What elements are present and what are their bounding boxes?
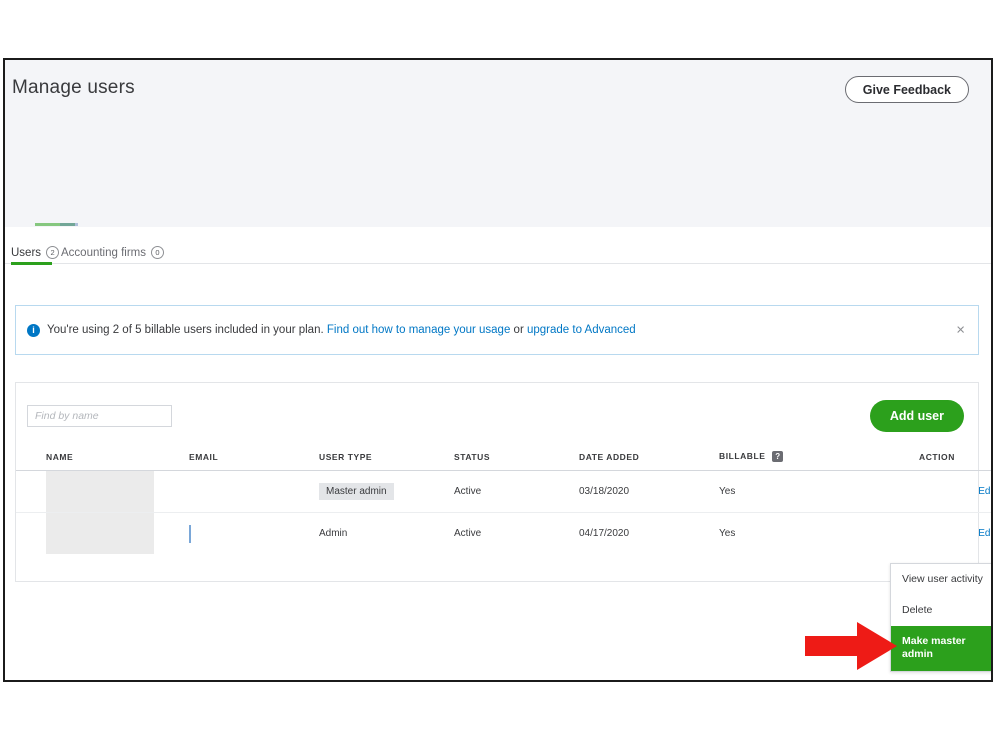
- cell-status: Active: [454, 470, 579, 514]
- billable-users-banner: i You're using 2 of 5 billable users inc…: [15, 305, 979, 355]
- tab-accounting-firms[interactable]: Accounting firms 0: [61, 246, 165, 264]
- tab-bar: Users 2 Accounting firms 0: [5, 246, 991, 268]
- billable-help-icon[interactable]: ?: [772, 451, 784, 463]
- red-arrow-annotation: [805, 622, 897, 670]
- cell-email: [189, 513, 319, 555]
- users-table-card: Add user NAME EMAIL USER TYPE STATUS DAT…: [15, 382, 991, 582]
- cell-action: Edit❯: [919, 513, 991, 555]
- cell-email: [189, 470, 319, 514]
- cell-action: Edit❯: [919, 470, 991, 514]
- cell-user-type: Admin: [319, 528, 348, 540]
- add-user-button[interactable]: Add user: [869, 400, 964, 432]
- column-header-user-type[interactable]: USER TYPE: [319, 451, 454, 472]
- redacted-name: [46, 471, 154, 513]
- page-title: Manage users: [12, 77, 135, 98]
- column-header-billable-label: BILLABLE: [719, 451, 766, 461]
- cell-status: Active: [454, 528, 482, 540]
- banner-content: i You're using 2 of 5 billable users inc…: [27, 306, 636, 354]
- redacted-email: [189, 482, 309, 501]
- banner-text: You're using 2 of 5 billable users inclu…: [47, 324, 636, 336]
- table-toolbar: Add user: [16, 383, 978, 451]
- cell-user-type: Master admin: [319, 470, 454, 514]
- redacted-email: [189, 524, 311, 543]
- info-icon: i: [27, 323, 40, 337]
- tab-accounting-firms-label: Accounting firms: [61, 246, 147, 259]
- user-type-badge: Master admin: [319, 483, 394, 501]
- cell-name: [16, 470, 189, 514]
- menu-item-view-user-activity[interactable]: View user activity: [891, 564, 991, 595]
- edit-link[interactable]: Edit: [978, 486, 991, 497]
- active-tab-indicator: [11, 262, 52, 265]
- column-header-date-added[interactable]: DATE ADDED: [579, 451, 719, 472]
- column-header-email[interactable]: EMAIL: [189, 451, 319, 472]
- give-feedback-button[interactable]: Give Feedback: [844, 76, 969, 103]
- partial-tab-underline-artifact-2: [60, 223, 78, 226]
- table-row: Admin Active 04/17/2020 Yes Edit❯: [16, 513, 991, 555]
- cell-name: [16, 513, 189, 555]
- column-header-status[interactable]: STATUS: [454, 451, 579, 472]
- cell-billable: Yes: [719, 528, 736, 540]
- table-row: Master admin Active 03/18/2020 Yes Edit❯: [16, 470, 991, 514]
- cell-date-added: 03/18/2020: [579, 470, 719, 514]
- users-table: NAME EMAIL USER TYPE STATUS DATE ADDED B…: [16, 451, 991, 555]
- upgrade-to-advanced-link[interactable]: upgrade to Advanced: [527, 324, 636, 336]
- close-icon[interactable]: ×: [956, 323, 965, 338]
- screenshot-root: Manage users Give Feedback Users 2 Accou…: [0, 0, 999, 749]
- app-window-frame: Manage users Give Feedback Users 2 Accou…: [3, 58, 993, 682]
- manage-usage-link[interactable]: Find out how to manage your usage: [327, 324, 510, 336]
- tab-accounting-firms-count-badge: 0: [151, 246, 165, 259]
- menu-item-make-master-admin[interactable]: Make master admin: [891, 626, 991, 671]
- cell-billable: Yes: [719, 470, 919, 514]
- redacted-name: [46, 513, 154, 555]
- banner-separator: or: [510, 324, 527, 336]
- page-header: Manage users Give Feedback: [5, 60, 991, 227]
- tab-users-count-badge: 2: [46, 246, 60, 259]
- row-action-menu: View user activity Delete Make master ad…: [890, 563, 991, 672]
- cell-date-added: 04/17/2020: [579, 528, 630, 540]
- search-input[interactable]: [27, 405, 172, 427]
- edit-link[interactable]: Edit: [978, 528, 991, 539]
- banner-message: You're using 2 of 5 billable users inclu…: [47, 324, 327, 336]
- tab-bar-divider: [5, 263, 991, 264]
- table-header-row: NAME EMAIL USER TYPE STATUS DATE ADDED B…: [16, 451, 991, 472]
- column-header-name[interactable]: NAME: [16, 451, 189, 472]
- column-header-action: ACTION: [919, 451, 991, 472]
- menu-item-delete[interactable]: Delete: [891, 595, 991, 626]
- column-header-billable[interactable]: BILLABLE?: [719, 451, 919, 472]
- tab-users-label: Users: [11, 246, 42, 259]
